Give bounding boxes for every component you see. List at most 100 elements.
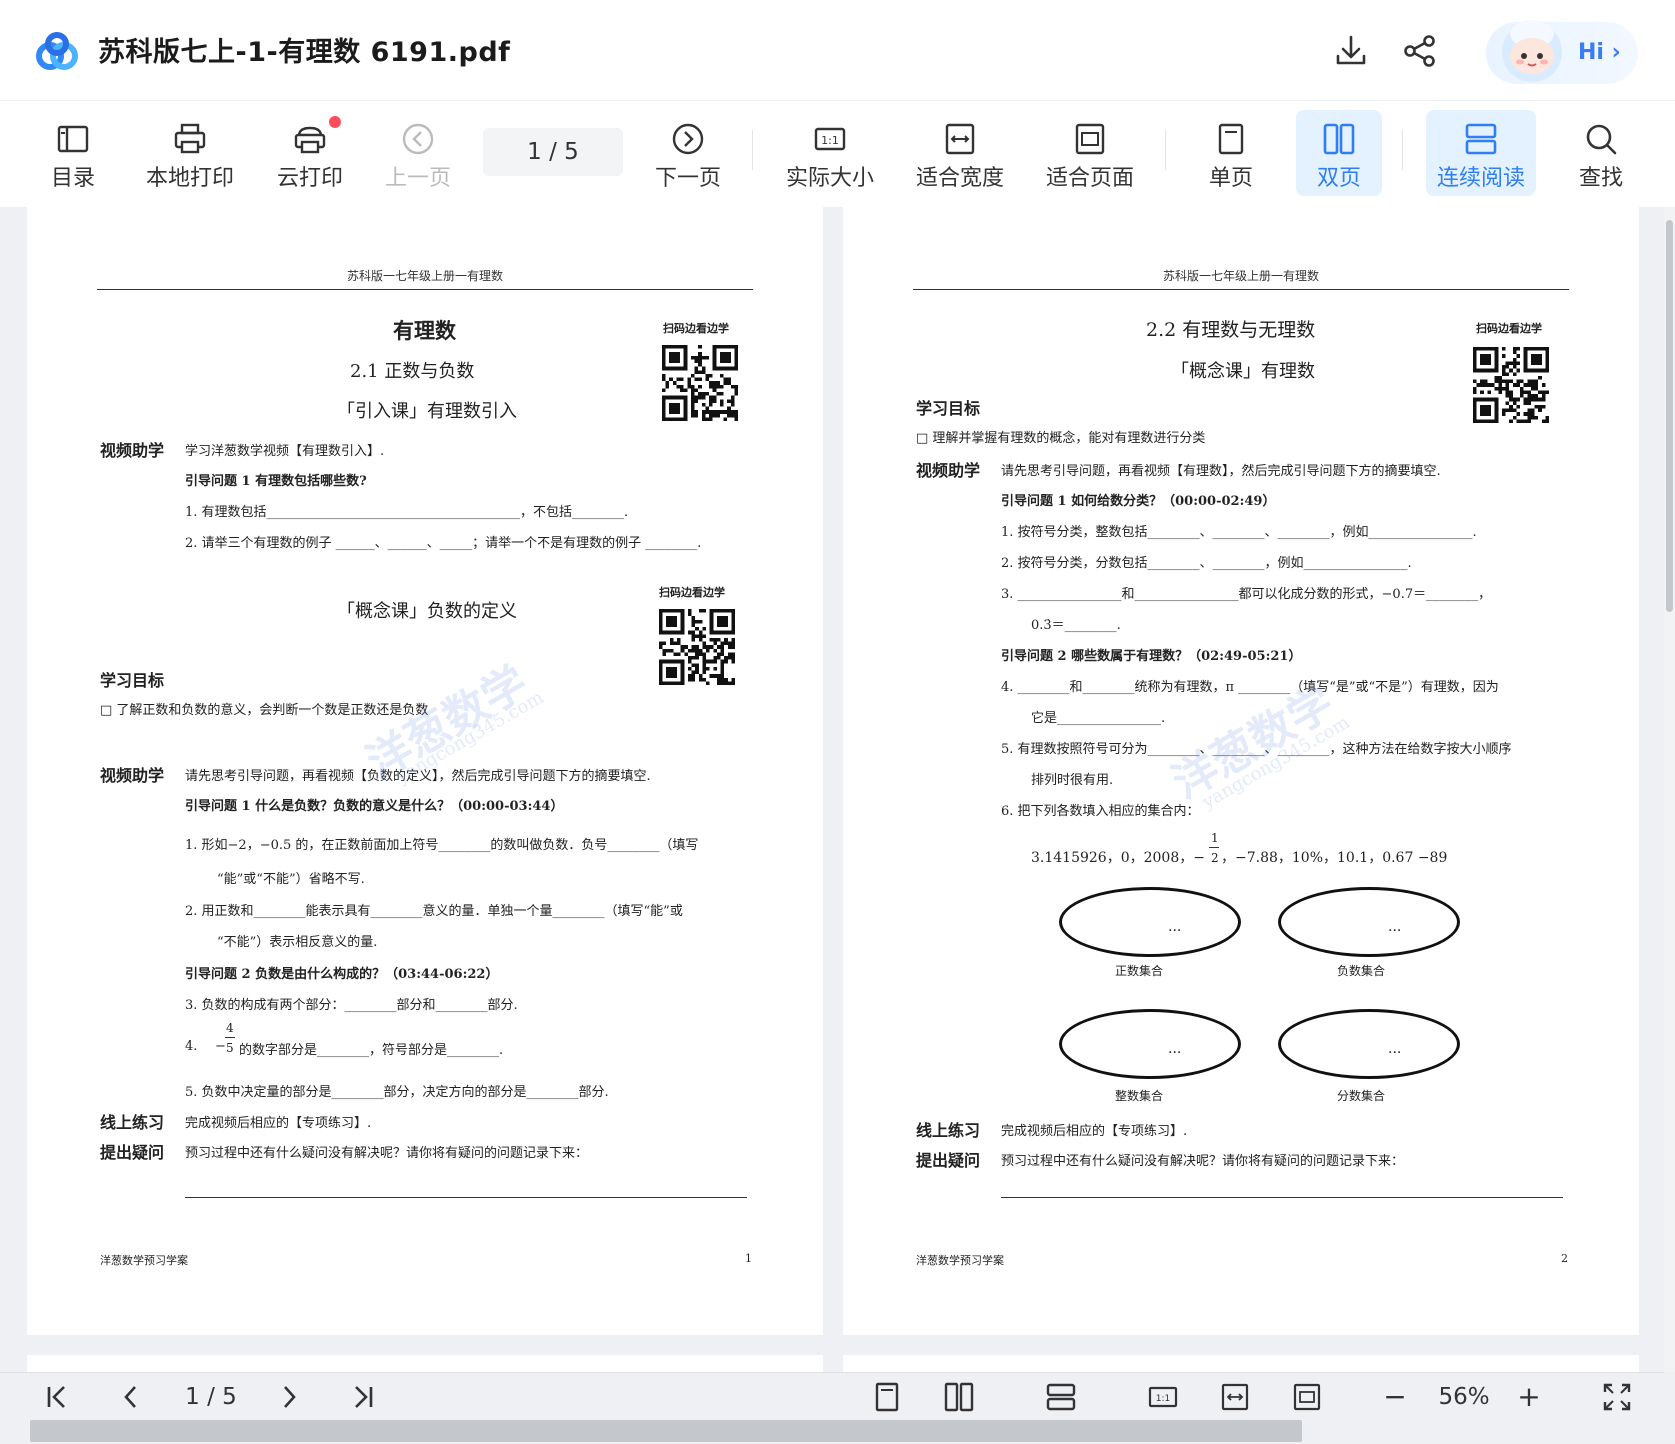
learning-goal-label: 学习目标 <box>916 399 981 418</box>
set-dots: ... <box>1168 919 1182 935</box>
actual-size-button[interactable]: 1:1 实际大小 <box>780 110 880 196</box>
fit-width-icon <box>945 123 975 155</box>
section-title: 2.1 正数与负数 <box>350 361 475 382</box>
printer-icon <box>174 123 206 154</box>
actual-size-label: 实际大小 <box>785 166 874 191</box>
search-icon <box>1586 124 1617 155</box>
svg-text:1:1: 1:1 <box>821 134 839 147</box>
baidu-netdisk-logo-icon <box>36 32 78 70</box>
single-page-label: 单页 <box>1208 166 1253 191</box>
next-page-icon[interactable] <box>276 1382 302 1412</box>
actual-size-icon[interactable]: 1:1 <box>1148 1382 1178 1412</box>
video-help-text: 请先思考引导问题，再看视频【有理数】，然后完成引导问题下方的摘要填空. <box>1001 464 1441 479</box>
header-rule <box>913 289 1569 290</box>
set-label: 正数集合 <box>1115 964 1164 978</box>
ask-question-label: 提出疑问 <box>916 1151 981 1170</box>
question-item-cont: 0.3̇＝________. <box>1031 618 1121 633</box>
set-label: 整数集合 <box>1115 1089 1164 1103</box>
online-practice-text: 完成视频后相应的【专项练习】. <box>1001 1124 1188 1139</box>
download-icon[interactable] <box>1332 32 1370 70</box>
guide-question: 引导问题 1 如何给数分类？（00:00-02:49） <box>1001 494 1276 509</box>
continuous-read-button[interactable]: 连续阅读 <box>1426 110 1536 196</box>
prev-page-button[interactable]: 上一页 <box>378 110 458 196</box>
last-page-icon[interactable] <box>350 1382 376 1412</box>
question-item: 3. 负数的构成有两个部分：________部分和________部分. <box>185 998 518 1013</box>
prev-page-icon[interactable] <box>118 1382 144 1412</box>
zoom-out-button[interactable]: − <box>1380 1382 1410 1412</box>
pdf-page-4-preview <box>843 1355 1639 1372</box>
bottom-bar <box>0 1372 1664 1423</box>
guide-question: 引导问题 1 有理数包括哪些数? <box>185 474 367 489</box>
minus-sign: − <box>215 1039 226 1054</box>
fraction-numerator: 1 <box>1211 831 1219 845</box>
page-number: 2 <box>1561 1252 1568 1265</box>
video-help-label: 视频助学 <box>100 766 165 785</box>
question-item: 5. 负数中决定量的部分是________部分，决定方向的部分是________… <box>185 1085 609 1100</box>
local-print-button[interactable]: 本地打印 <box>140 110 240 196</box>
first-page-icon[interactable] <box>44 1382 70 1412</box>
pdf-page-1: 苏科版一七年级上册一有理数 有理数 2.1 正数与负数 「引入课」有理数引入 扫… <box>27 207 823 1335</box>
notification-dot <box>329 116 341 128</box>
pdf-page-3-preview <box>27 1355 823 1372</box>
local-print-label: 本地打印 <box>145 166 234 191</box>
page-title: 有理数 <box>393 318 456 343</box>
fit-width-icon[interactable] <box>1220 1382 1250 1412</box>
double-page-icon[interactable] <box>944 1382 974 1412</box>
zoom-in-button[interactable]: + <box>1514 1382 1544 1412</box>
horizontal-scroll-thumb[interactable] <box>30 1420 1302 1442</box>
fraction-bar <box>225 1037 235 1038</box>
question-item: 3. ________________和________________都可以化… <box>1001 587 1492 602</box>
assistant-avatar-icon[interactable] <box>1496 12 1568 88</box>
toolbar-divider <box>752 130 753 170</box>
negative-set-ellipse <box>1278 887 1460 957</box>
cloud-print-label: 云打印 <box>276 166 343 191</box>
online-practice-text: 完成视频后相应的【专项练习】. <box>185 1116 372 1131</box>
actual-size-icon: 1:1 <box>814 127 846 151</box>
next-page-label: 下一页 <box>654 166 721 191</box>
qr-code-icon <box>662 345 738 421</box>
single-page-icon <box>1218 123 1244 155</box>
fraction-denominator: 5 <box>226 1041 234 1055</box>
double-page-button[interactable]: 双页 <box>1296 110 1382 196</box>
question-item-cont: “能”或“不能”）省略不写. <box>217 872 365 887</box>
set-label: 分数集合 <box>1337 1089 1386 1103</box>
share-icon[interactable] <box>1401 32 1439 70</box>
title-bar: 苏科版七上-1-有理数 6191.pdf Hi › <box>0 0 1675 100</box>
guide-question: 引导问题 2 负数是由什么构成的？（03:44-06:22） <box>185 967 499 982</box>
learning-goal-text: □ 了解正数和负数的意义，会判断一个数是正数还是负数 <box>100 703 429 718</box>
document-viewer[interactable]: 苏科版一七年级上册一有理数 有理数 2.1 正数与负数 「引入课」有理数引入 扫… <box>0 207 1675 1372</box>
page-header: 苏科版一七年级上册一有理数 <box>347 269 504 283</box>
single-page-button[interactable]: 单页 <box>1196 110 1266 196</box>
question-item: 2. 请举三个有理数的例子 ______、______、_____；请举一个不是… <box>185 536 702 551</box>
question-item: 1. 形如−2，−0.5 的，在正数前面加上符号________的数叫做负数．负… <box>185 838 699 853</box>
search-button[interactable]: 查找 <box>1566 110 1636 196</box>
fit-page-button[interactable]: 适合页面 <box>1042 110 1138 196</box>
video-help-text: 学习洋葱数学视频【有理数引入】. <box>185 444 385 459</box>
page-number-input[interactable]: 1 / 5 <box>483 128 623 176</box>
number-list: ，−7.88，10%，10.1，0.67 −89 <box>1221 850 1448 866</box>
ask-question-label: 提出疑问 <box>100 1143 165 1162</box>
toc-label: 目录 <box>50 166 95 191</box>
toc-button[interactable]: 目录 <box>38 110 108 196</box>
assistant-label[interactable]: Hi › <box>1578 40 1621 65</box>
vertical-scroll-thumb[interactable] <box>1666 220 1673 612</box>
prev-circle-icon <box>402 123 434 155</box>
qr-caption: 扫码边看边学 <box>659 586 725 599</box>
continuous-read-icon[interactable] <box>1046 1382 1076 1412</box>
integer-set-ellipse <box>1059 1009 1241 1079</box>
question-item: 6. 把下列各数填入相应的集合内： <box>1001 804 1200 819</box>
ask-question-text: 预习过程中还有什么疑问没有解决呢？请你将有疑问的问题记录下来： <box>185 1146 589 1161</box>
single-page-icon[interactable] <box>872 1382 902 1412</box>
set-dots: ... <box>1388 919 1402 935</box>
continuous-read-icon <box>1465 123 1497 155</box>
page-header: 苏科版一七年级上册一有理数 <box>1163 269 1320 283</box>
fit-page-icon[interactable] <box>1292 1382 1322 1412</box>
search-label: 查找 <box>1578 166 1623 191</box>
question-item: 2. 按符号分类，分数包括________、________，例如_______… <box>1001 556 1412 571</box>
fullscreen-icon[interactable] <box>1602 1382 1632 1412</box>
bottom-page-indicator[interactable]: 1 / 5 <box>176 1382 246 1412</box>
toolbar-divider <box>1402 130 1403 170</box>
fit-width-button[interactable]: 适合宽度 <box>912 110 1008 196</box>
page-footer: 洋葱数学预习学案 <box>100 1254 188 1267</box>
next-page-button[interactable]: 下一页 <box>648 110 728 196</box>
